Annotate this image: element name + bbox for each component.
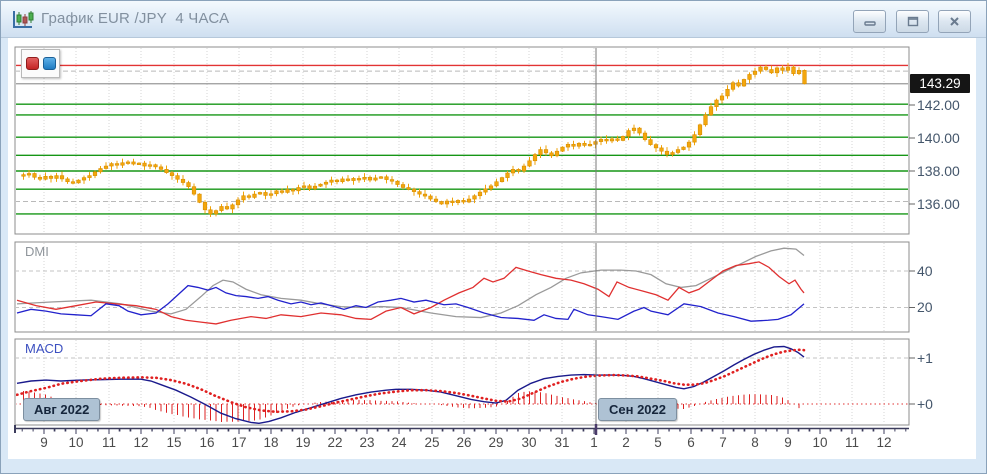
x-axis-label: 15	[166, 435, 181, 450]
x-axis-label: 23	[359, 435, 374, 450]
x-axis-label: 12	[876, 435, 891, 450]
x-axis-label: 11	[102, 435, 116, 450]
x-axis-label: 29	[488, 435, 503, 450]
scale-ticks	[909, 104, 915, 405]
price-label-136: 136.00	[917, 196, 960, 212]
macd-panel-label: MACD	[25, 341, 64, 356]
dmi-panel-label: DMI	[25, 244, 49, 259]
price-label-140: 140.00	[917, 130, 960, 146]
month-badge-sep: Сен 2022	[598, 398, 678, 421]
x-axis-label: 5	[654, 435, 662, 450]
month-badge-aug: Авг 2022	[23, 398, 101, 421]
x-axis-label: 30	[521, 435, 536, 450]
chart-canvas[interactable]: 9 10 11 12 15 16 17 18 19 22 23 24 25 26 29 30 31 1 2 5 6 7 8 9…	[1, 1, 987, 474]
time-axis[interactable]: 9 10 11 12 15 16 17 18 19 22 23 24 25 26 29 30 31 1 2 5 6 7 8 9…	[14, 424, 909, 450]
x-axis-label: 10	[68, 435, 83, 450]
dmi-scale-40: 40	[917, 263, 933, 279]
macd-scale-plus1: +1	[917, 350, 933, 366]
x-axis-label: 31	[554, 435, 569, 450]
chart-window: График EUR /JPY 4 ЧАСА 9 10 11 12 15 16 17 18 19…	[0, 0, 987, 474]
dmi-scale-20: 20	[917, 299, 933, 315]
x-axis-label: 11	[845, 435, 859, 450]
price-label-142: 142.00	[917, 97, 960, 113]
x-axis-label: 2	[622, 435, 630, 450]
x-axis-label: 8	[751, 435, 759, 450]
marker-toolbar	[21, 49, 60, 78]
macd-panel[interactable]	[14, 338, 910, 426]
x-axis-label: 1	[590, 435, 598, 450]
x-axis-label: 7	[719, 435, 727, 450]
x-axis-label: 26	[456, 435, 471, 450]
main-panel[interactable]	[14, 46, 910, 235]
x-axis-label: 25	[424, 435, 439, 450]
x-axis-label: 10	[812, 435, 827, 450]
x-axis-label: 17	[231, 435, 246, 450]
price-label-138: 138.00	[917, 163, 960, 179]
x-axis-label: 9	[784, 435, 792, 450]
x-axis-label: 6	[687, 435, 695, 450]
red-marker-button[interactable]	[26, 57, 39, 70]
x-axis-label: 16	[199, 435, 214, 450]
macd-scale-plus0: +0	[917, 396, 933, 412]
chart-client-area: 9 10 11 12 15 16 17 18 19 22 23 24 25 26 29 30 31 1 2 5 6 7 8 9…	[8, 38, 976, 459]
x-axis-label: 9	[40, 435, 48, 450]
x-axis-label: 12	[133, 435, 148, 450]
x-axis-label: 24	[391, 435, 407, 450]
x-axis-label: 18	[263, 435, 278, 450]
x-axis-label: 19	[295, 435, 310, 450]
dmi-panel[interactable]	[14, 241, 910, 333]
x-axis-label: 22	[327, 435, 342, 450]
blue-marker-button[interactable]	[43, 57, 56, 70]
current-price-badge: 143.29	[910, 74, 970, 93]
